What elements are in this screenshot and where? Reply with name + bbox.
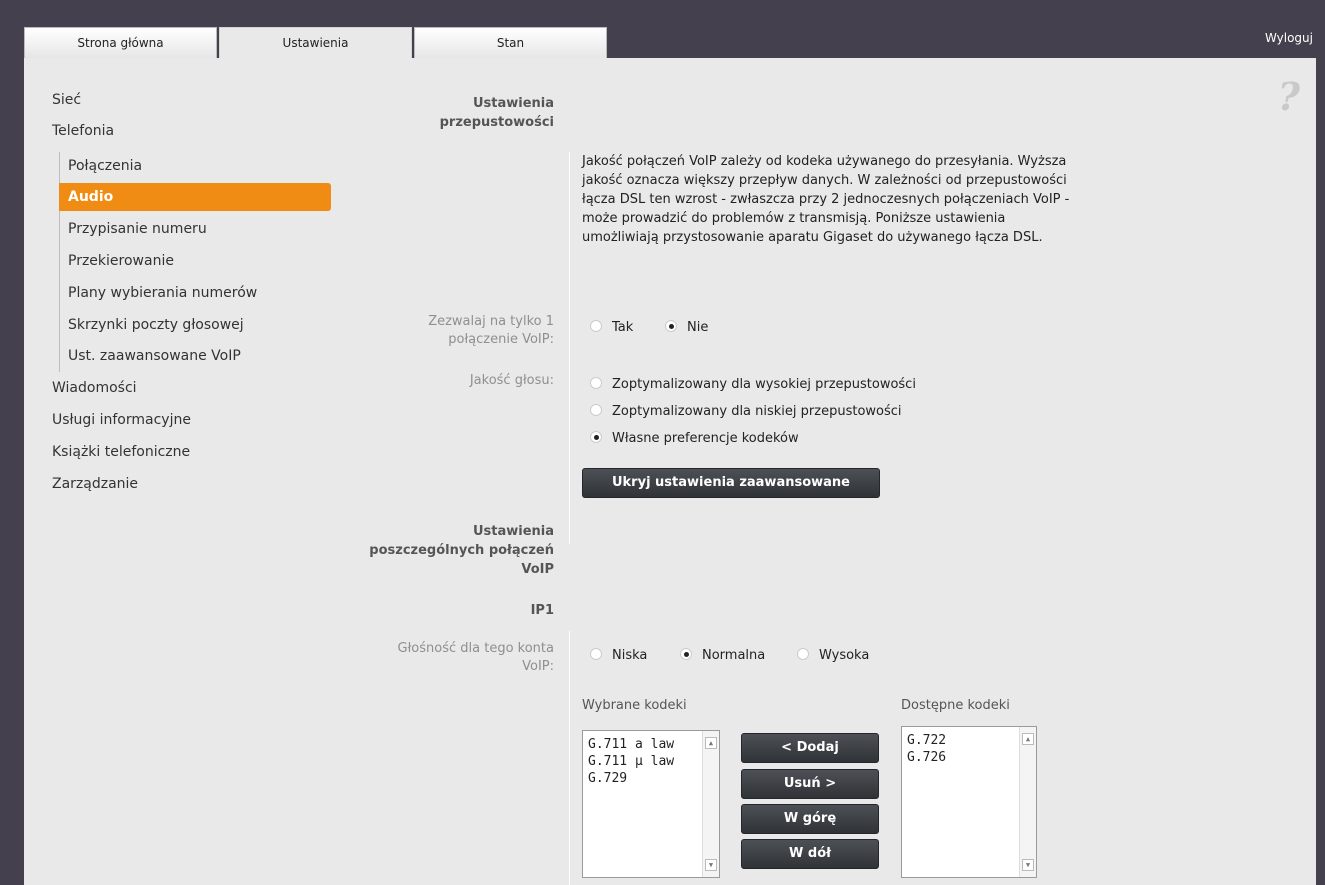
scrollbar[interactable]: ▲ ▼	[702, 731, 719, 877]
quality-custom-codecs[interactable]: Własne preferencje kodeków	[590, 431, 799, 446]
help-icon[interactable]: ?	[1278, 74, 1300, 119]
radio-button[interactable]	[590, 648, 602, 660]
remove-codec-button[interactable]: Usuń >	[741, 769, 879, 799]
quality-low-bandwidth[interactable]: Zoptymalizowany dla niskiej przepustowoś…	[590, 404, 902, 419]
radio-button[interactable]	[590, 404, 602, 416]
sidebar-item-info-services[interactable]: Usługi informacyjne	[52, 412, 191, 428]
radio-button[interactable]	[590, 320, 602, 332]
tab-home[interactable]: Strona główna	[24, 27, 217, 58]
sidebar-item-phonebooks[interactable]: Książki telefoniczne	[52, 444, 190, 460]
scroll-down-icon[interactable]: ▼	[1022, 859, 1034, 871]
scroll-down-icon[interactable]: ▼	[705, 859, 717, 871]
available-codecs-heading: Dostępne kodeki	[901, 698, 1010, 713]
sidebar-item-management[interactable]: Zarządzanie	[52, 476, 138, 492]
account-name: IP1	[530, 603, 554, 618]
bandwidth-section-title: Ustawienia przepustowości	[439, 96, 554, 130]
list-item[interactable]: G.722	[907, 732, 1036, 749]
sidebar-item-connections[interactable]: Połączenia	[68, 158, 142, 174]
list-item[interactable]: G.711 µ law	[588, 753, 719, 770]
radio-button[interactable]	[665, 320, 677, 332]
scroll-up-icon[interactable]: ▲	[1022, 733, 1034, 745]
sidebar-item-network[interactable]: Sieć	[52, 92, 81, 108]
single-connection-label: Zezwalaj na tylko 1 połączenie VoIP:	[428, 314, 554, 347]
quality-high-bandwidth[interactable]: Zoptymalizowany dla wysokiej przepustowo…	[590, 377, 916, 392]
sidebar-item-messages[interactable]: Wiadomości	[52, 380, 137, 396]
volume-label: Głośność dla tego konta VoIP:	[397, 641, 554, 674]
tab-status[interactable]: Stan	[414, 27, 607, 58]
list-item[interactable]: G.726	[907, 749, 1036, 766]
sidebar-item-audio[interactable]: Audio	[59, 183, 331, 211]
top-tab-bar: Strona główna Ustawienia Stan Wyloguj	[0, 0, 1325, 60]
per-connection-section-title: Ustawienia poszczególnych połączeń VoIP	[369, 524, 554, 577]
hide-advanced-button[interactable]: Ukryj ustawienia zaawansowane	[582, 468, 880, 498]
radio-button[interactable]	[797, 648, 809, 660]
single-connection-no[interactable]: Nie	[665, 320, 708, 335]
column-separator	[569, 631, 570, 885]
radio-button[interactable]	[680, 648, 692, 660]
radio-button[interactable]	[590, 431, 602, 443]
column-separator	[569, 152, 570, 544]
main-panel: ? Sieć Telefonia Połączenia Audio Przypi…	[24, 58, 1316, 885]
sidebar-item-dial-plans[interactable]: Plany wybierania numerów	[68, 285, 257, 301]
volume-high[interactable]: Wysoka	[797, 648, 869, 663]
radio-button[interactable]	[590, 377, 602, 389]
scrollbar[interactable]: ▲ ▼	[1019, 727, 1036, 877]
sidebar-item-forwarding[interactable]: Przekierowanie	[68, 253, 174, 269]
single-connection-yes[interactable]: Tak	[590, 320, 633, 335]
sidebar-item-voicemail[interactable]: Skrzynki poczty głosowej	[68, 317, 244, 333]
volume-low[interactable]: Niska	[590, 648, 647, 663]
move-up-button[interactable]: W górę	[741, 804, 879, 834]
available-codecs-list[interactable]: G.722 G.726 ▲ ▼	[901, 726, 1037, 878]
list-item[interactable]: G.729	[588, 770, 719, 787]
add-codec-button[interactable]: < Dodaj	[741, 733, 879, 763]
volume-normal[interactable]: Normalna	[680, 648, 765, 663]
selected-codecs-list[interactable]: G.711 a law G.711 µ law G.729 ▲ ▼	[582, 730, 720, 878]
voice-quality-label: Jakość głosu:	[469, 373, 554, 388]
sidebar-item-number-assignment[interactable]: Przypisanie numeru	[68, 221, 207, 237]
move-down-button[interactable]: W dół	[741, 839, 879, 869]
logout-link[interactable]: Wyloguj	[1265, 31, 1313, 45]
selected-codecs-heading: Wybrane kodeki	[582, 698, 687, 713]
list-item[interactable]: G.711 a law	[588, 736, 719, 753]
sidebar-item-advanced-voip[interactable]: Ust. zaawansowane VoIP	[68, 348, 241, 364]
scroll-up-icon[interactable]: ▲	[705, 737, 717, 749]
sidebar-item-telephony[interactable]: Telefonia	[52, 123, 114, 139]
tab-settings[interactable]: Ustawienia	[219, 27, 412, 60]
bandwidth-description: Jakość połączeń VoIP zależy od kodeka uż…	[582, 154, 1070, 245]
